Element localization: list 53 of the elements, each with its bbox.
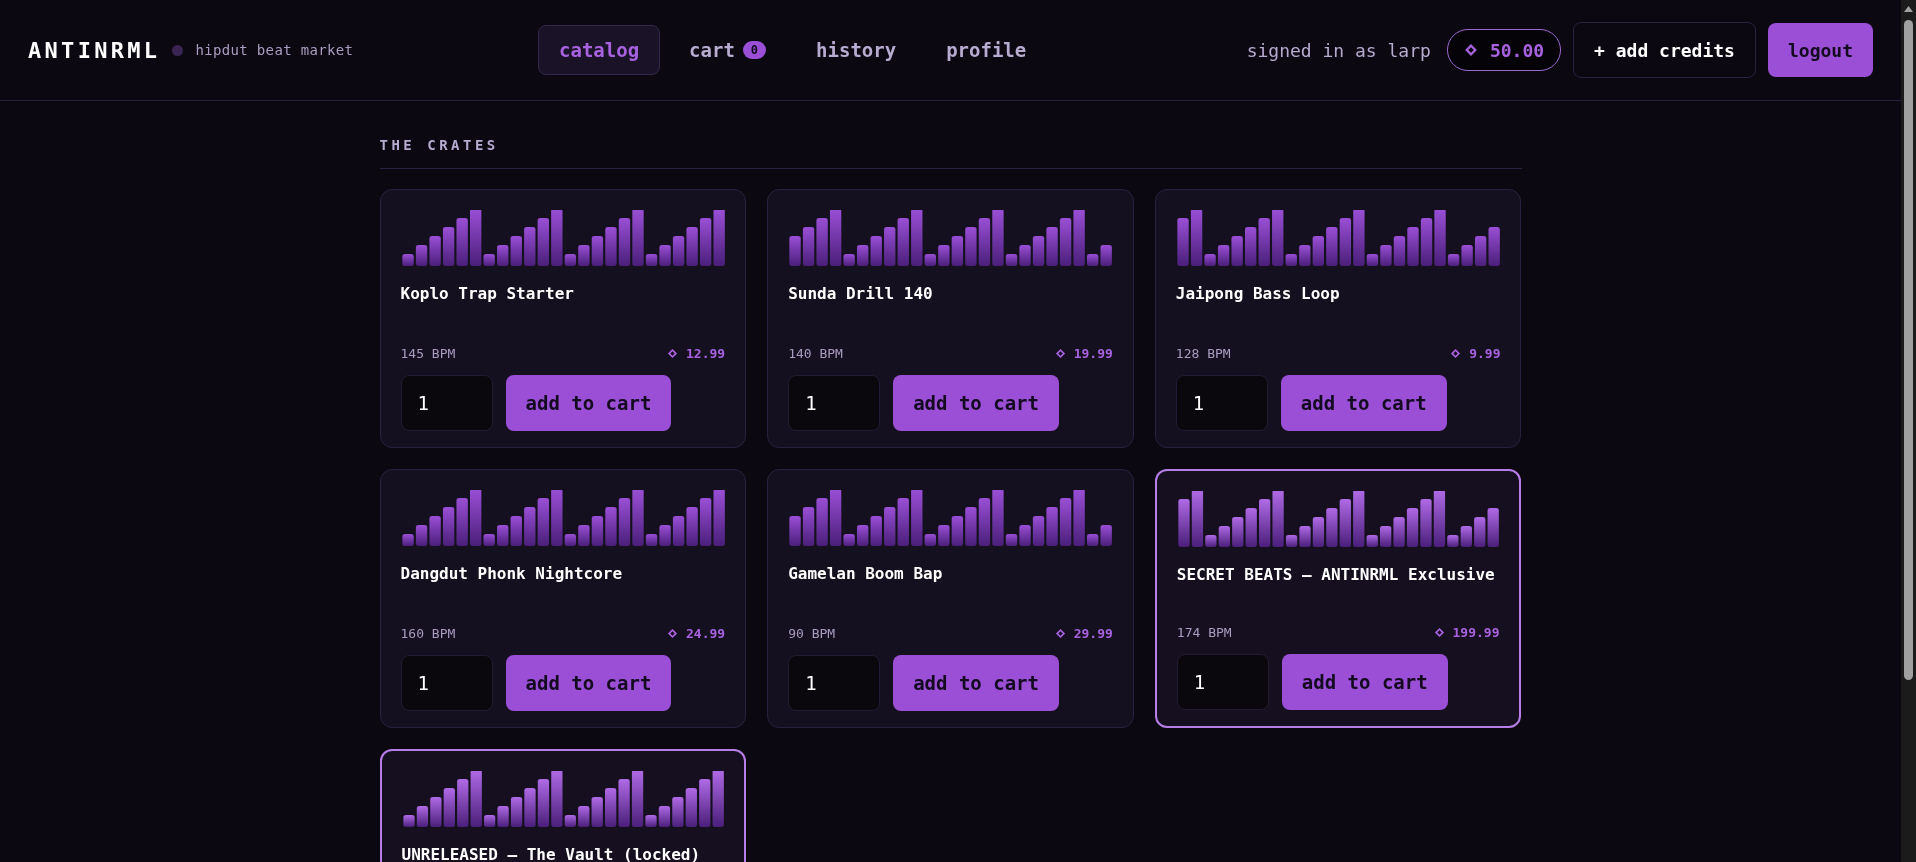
beat-title: Gamelan Boom Bap	[788, 563, 944, 585]
bpm-label: 174 BPM	[1176, 623, 1232, 642]
diamond-icon	[1433, 626, 1445, 638]
section-title: THE CRATES	[379, 135, 1522, 169]
credit-balance: 50.00	[1446, 29, 1562, 71]
bpm-label: 140 BPM	[788, 344, 843, 363]
diamond-icon	[1450, 347, 1462, 359]
beat-title: UNRELEASED — The Vault (locked)	[401, 844, 702, 862]
scrollbar-thumb[interactable]	[1904, 20, 1913, 680]
nav-tab[interactable]: history	[795, 25, 918, 75]
beat-title: Dangdut Phonk Nightcore	[400, 563, 624, 585]
beat-title: SECRET BEATS — ANTINRML Exclusive	[1176, 564, 1496, 586]
add-to-cart-button[interactable]: add to cart	[1280, 375, 1447, 431]
beat-price: 19.99	[1054, 343, 1113, 363]
beat-price: 12.99	[667, 343, 726, 363]
diamond-icon	[667, 347, 678, 359]
add-to-cart-button[interactable]: add to cart	[893, 375, 1059, 431]
bpm-label: 145 BPM	[400, 344, 456, 363]
beat-price: 29.99	[1054, 623, 1113, 643]
quantity-input[interactable]: 1	[1175, 375, 1268, 431]
bpm-label: 128 BPM	[1175, 344, 1231, 363]
beat-price: 24.99	[667, 623, 726, 643]
beat-price: 199.99	[1433, 622, 1500, 642]
add-to-cart-button[interactable]: add to cart	[505, 655, 672, 711]
nav-tab[interactable]: catalog	[538, 25, 661, 75]
diamond-icon	[1054, 347, 1066, 359]
scroll-up-icon[interactable]	[1904, 6, 1913, 12]
add-to-cart-button[interactable]: add to cart	[893, 655, 1059, 711]
diamond-icon	[1054, 627, 1066, 639]
signed-in-label: signed in as larp	[1246, 38, 1431, 63]
bpm-label: 90 BPM	[788, 624, 836, 643]
logout-button[interactable]: logout	[1767, 23, 1873, 77]
nav-tab[interactable]: profile	[925, 25, 1048, 75]
nav-tab[interactable]: cart 0	[668, 25, 788, 75]
cart-count-badge: 0	[742, 41, 767, 59]
beat-price: 9.99	[1450, 343, 1501, 363]
quantity-input[interactable]: 1	[1176, 654, 1269, 710]
quantity-input[interactable]: 1	[400, 375, 493, 431]
bpm-label: 160 BPM	[400, 624, 456, 643]
quantity-input[interactable]: 1	[400, 655, 493, 711]
beat-title: Jaipong Bass Loop	[1175, 283, 1341, 305]
quantity-input[interactable]: 1	[788, 655, 881, 711]
add-to-cart-button[interactable]: add to cart	[1281, 654, 1448, 710]
diamond-icon	[667, 627, 678, 639]
beat-title: Koplo Trap Starter	[400, 283, 575, 305]
quantity-input[interactable]: 1	[788, 375, 881, 431]
add-to-cart-button[interactable]: add to cart	[505, 375, 672, 431]
add-credits-button[interactable]: + add credits	[1573, 22, 1756, 78]
brand-logo[interactable]: ANTINRML	[28, 33, 161, 67]
diamond-icon	[1463, 43, 1478, 57]
scrollbar[interactable]	[1901, 0, 1916, 862]
beat-title: Sunda Drill 140	[788, 283, 934, 305]
tagline: hipdut beat market	[195, 40, 354, 60]
